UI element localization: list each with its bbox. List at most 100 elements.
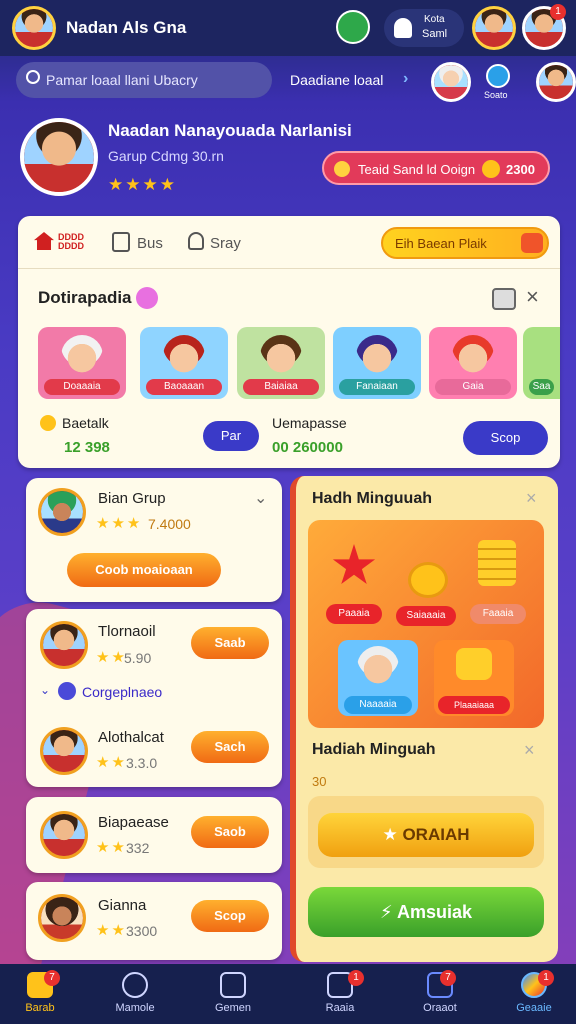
par-button[interactable]: Par <box>203 421 259 451</box>
player-avatar[interactable] <box>38 894 86 942</box>
coin-icon <box>482 160 500 178</box>
reward-label: Naaaaia <box>344 696 412 714</box>
avatar[interactable] <box>12 6 56 50</box>
user-chip[interactable]: Kota Saml <box>384 9 464 47</box>
stats-left-value: 12 398 <box>64 439 110 456</box>
coin-reward-icon[interactable] <box>408 562 448 598</box>
player-main-button[interactable]: Coob moaioaan <box>67 553 221 587</box>
player-avatar[interactable] <box>40 621 88 669</box>
search-bar[interactable]: Pamar loaal llani Ubacry <box>16 62 272 98</box>
reward-title-2: Hadiah Minguah <box>312 741 436 758</box>
nav-oraaot[interactable]: Oraaot <box>400 964 480 1024</box>
player-stars: ★★ <box>96 649 127 666</box>
cta-value: 2300 <box>506 162 535 177</box>
chevron-down-icon[interactable]: ⌄ <box>40 683 50 697</box>
profile-stars: ★★★★ <box>108 175 177 194</box>
close-icon[interactable]: × <box>526 284 539 310</box>
notification-badge: 1 <box>550 4 566 20</box>
nav-label: Raaia <box>325 1002 355 1014</box>
scop-button[interactable]: Scop <box>463 421 548 455</box>
player-main-label: Coob moaioaan <box>95 562 193 577</box>
grandma-avatar[interactable] <box>431 62 471 102</box>
player-action-label: Scop <box>214 908 246 923</box>
thumb-label: Baiaiaa <box>243 379 319 395</box>
stats-left-label: Baetalk <box>62 415 109 431</box>
player-action-button[interactable]: Saab <box>191 627 269 659</box>
bolt-icon: ⚡ <box>379 902 397 922</box>
close-icon[interactable]: × <box>526 488 537 509</box>
player-name: Bian Grup <box>98 490 166 507</box>
game-thumb[interactable]: Gaia <box>429 327 517 399</box>
divider <box>18 268 560 269</box>
nav-label: Gemen <box>214 1002 252 1014</box>
tab-3[interactable]: Sray <box>210 235 241 252</box>
search-link[interactable]: Daadiane loaal <box>290 72 383 88</box>
chevron-down-icon[interactable]: ⌄ <box>254 488 267 508</box>
promo-button[interactable]: Eih Baean Plaik <box>381 227 549 259</box>
chevron-right-icon[interactable]: › <box>403 70 408 88</box>
globe-label: Soato <box>484 90 508 100</box>
player-name: Alothalcat <box>98 729 164 746</box>
thumb-label: Baoaaan <box>146 379 222 395</box>
player-action-button[interactable]: Scop <box>191 900 269 932</box>
friend-avatar[interactable] <box>472 6 516 50</box>
nav-label: Oraaot <box>423 1002 457 1014</box>
user-icon <box>394 18 412 38</box>
user-avatar-small[interactable] <box>536 62 576 102</box>
tab-2[interactable]: Bus <box>137 235 163 252</box>
green-badge-icon[interactable] <box>336 10 370 44</box>
player-avatar[interactable] <box>40 727 88 775</box>
target-icon <box>122 972 148 998</box>
player-score: 3.3.0 <box>126 755 158 771</box>
bottom-nav <box>0 964 576 1024</box>
coin-stack-icon[interactable] <box>478 540 516 586</box>
section-title: Dotirapadia <box>38 288 132 307</box>
player-avatar[interactable] <box>40 811 88 859</box>
search-placeholder: Pamar loaal llani Ubacry <box>46 72 198 88</box>
game-thumb[interactable]: Baoaaan <box>140 327 228 399</box>
green-action-button[interactable]: ⚡ Amsuiak <box>308 887 544 937</box>
globe-icon[interactable] <box>486 64 510 88</box>
group-label[interactable]: Corgeplnaeo <box>82 684 162 700</box>
player-stars: ★★★ <box>96 515 143 532</box>
nav-mamole[interactable]: Mamole <box>95 964 175 1024</box>
game-thumb[interactable]: Saa <box>523 327 560 399</box>
player-score: 5.90 <box>124 650 152 666</box>
monster-icon <box>136 287 158 309</box>
player-score: 7.4000 <box>148 516 191 532</box>
nav-geaaie[interactable]: Geaaie <box>494 964 574 1024</box>
player-action-button[interactable]: Sach <box>191 731 269 763</box>
player-action-button[interactable]: Saob <box>191 816 269 848</box>
nav-raaia[interactable]: Raaia <box>300 964 380 1024</box>
reward-title: Hadh Minguuah <box>312 490 432 507</box>
player-action-label: Saob <box>214 824 246 839</box>
close-icon[interactable]: × <box>524 740 535 761</box>
notification-badge: 7 <box>44 970 60 986</box>
game-thumb[interactable]: Baiaiaa <box>237 327 325 399</box>
nav-home[interactable]: Barab <box>0 964 80 1024</box>
reward-label: Faaaia <box>470 604 526 624</box>
claim-button[interactable]: ★ ORAIAH <box>318 813 534 857</box>
player-action-label: Saab <box>214 635 246 650</box>
nav-label: Mamole <box>115 1002 155 1014</box>
profile-cta-button[interactable]: Teaid Sand ld Ooign 2300 <box>322 151 550 185</box>
notification-badge: 1 <box>348 970 364 986</box>
player-score: 332 <box>126 840 150 856</box>
app-title: Nadan Als Gna <box>66 18 187 37</box>
thumb-label: Doaaaia <box>44 379 120 395</box>
image-icon[interactable] <box>492 288 516 310</box>
nav-gemen[interactable]: Gemen <box>193 964 273 1024</box>
player-stars: ★★ <box>96 839 127 856</box>
stats-mid-value: 00 260000 <box>272 439 343 456</box>
thumb-label: Saa <box>529 379 554 395</box>
reward-label: Saiaaaia <box>396 606 456 626</box>
game-thumb[interactable]: Doaaaia <box>38 327 126 399</box>
profile-avatar[interactable] <box>20 118 98 196</box>
chip-label-bottom: Saml <box>422 28 448 40</box>
player-avatar[interactable] <box>38 488 86 536</box>
tab-home[interactable]: DDDD DDDD <box>58 233 88 251</box>
user-outline-icon <box>188 232 204 250</box>
game-thumb[interactable]: Fanaiaan <box>333 327 421 399</box>
player-name: Gianna <box>98 897 147 914</box>
notification-badge: 1 <box>538 970 554 986</box>
